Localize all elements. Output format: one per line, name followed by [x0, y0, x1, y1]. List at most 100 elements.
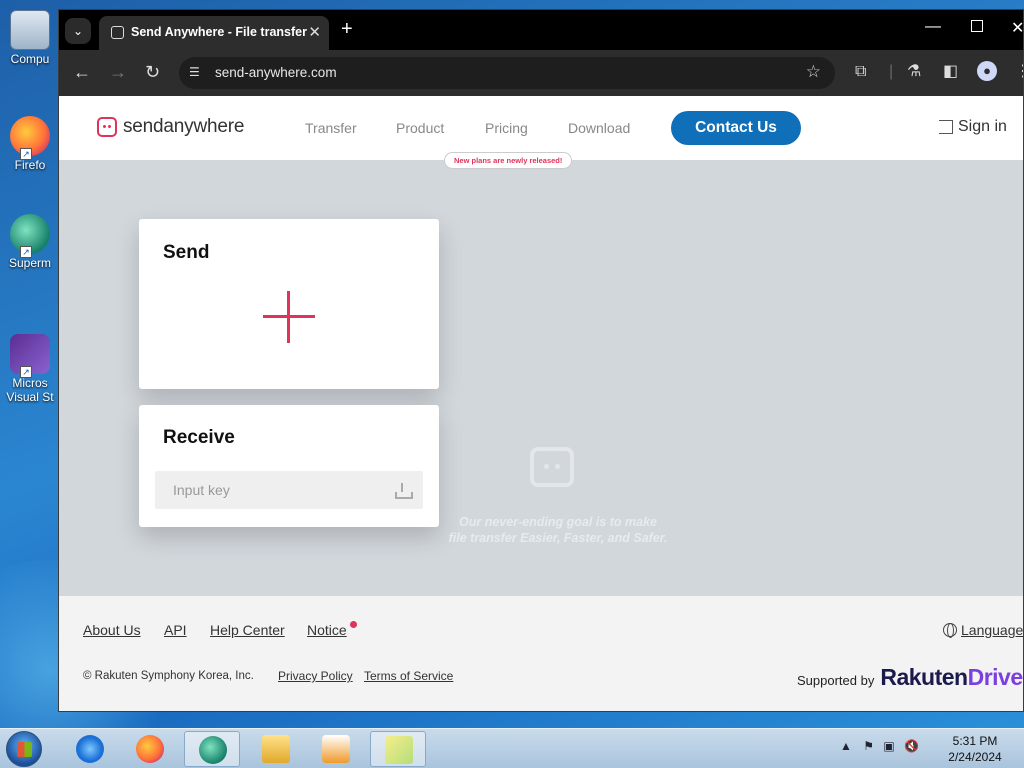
system-clock[interactable]: 5:31 PM 2/24/2024 [940, 733, 1010, 765]
nav-pricing[interactable]: Pricing [485, 120, 528, 136]
window-close-button[interactable]: ✕ [1011, 18, 1023, 38]
site-info-icon[interactable]: ☰ [189, 65, 205, 81]
copyright-text: © Rakuten Symphony Korea, Inc. [83, 670, 254, 682]
side-panel-icon[interactable]: ◧ [943, 63, 958, 81]
download-icon[interactable] [395, 483, 413, 499]
send-title: Send [163, 242, 210, 263]
taskbar-browser[interactable] [184, 731, 240, 767]
language-selector[interactable]: Language [943, 622, 1023, 638]
tagline-line2: file transfer Easier, Faster, and Safer. [448, 531, 668, 545]
receive-title: Receive [163, 427, 235, 448]
desktop-icon-superm[interactable]: ↗ Superm [4, 214, 56, 270]
footer-about-us[interactable]: About Us [83, 622, 141, 638]
superm-icon: ↗ [10, 214, 50, 258]
supported-by-text: Supported by [797, 672, 875, 688]
taskbar-sticky-notes[interactable] [370, 731, 426, 767]
privacy-policy-link[interactable]: Privacy Policy [278, 669, 353, 683]
nav-product[interactable]: Product [396, 120, 444, 136]
nav-download[interactable]: Download [568, 120, 630, 136]
minimize-button[interactable]: — [925, 18, 941, 36]
desktop-icon-visual-studio[interactable]: ↗ Micros Visual St [4, 334, 56, 404]
desktop-icon-label-line2: Visual St [6, 390, 54, 404]
toolbar-divider: | [889, 63, 894, 80]
rakuten-drive-logo[interactable]: RakutenDrive [880, 664, 1023, 691]
clock-time: 5:31 PM [952, 734, 998, 748]
visual-studio-icon: ↗ [10, 334, 50, 378]
browser-icon [199, 736, 227, 764]
taskbar-explorer[interactable] [248, 731, 304, 767]
web-page: sendanywhere Transfer Product Pricing Do… [59, 96, 1023, 711]
desktop-icon-label: Micros [12, 376, 48, 390]
chevron-down-icon: ⌄ [72, 24, 84, 38]
maximize-button[interactable] [971, 20, 983, 32]
logo-wordmark: sendanywhere [123, 116, 245, 137]
tab-title: Send Anywhere - File transfer [131, 25, 307, 39]
site-header: sendanywhere Transfer Product Pricing Do… [59, 96, 1023, 169]
taskbar-firefox[interactable] [122, 731, 178, 767]
desktop-icon-computer[interactable]: Compu [4, 10, 56, 66]
system-tray: ▲ ⚑ ▣ 🔇 [840, 739, 919, 753]
notice-badge-dot [350, 621, 357, 628]
taskbar-ie[interactable] [62, 731, 118, 767]
profile-avatar-icon[interactable]: ● [977, 61, 997, 81]
contact-us-button[interactable]: Contact Us [671, 111, 801, 145]
tab-search-button[interactable]: ⌄ [65, 18, 91, 44]
labs-flask-icon[interactable]: ⚗ [907, 63, 921, 81]
receive-card: Receive [139, 405, 439, 527]
nav-transfer[interactable]: Transfer [305, 120, 357, 136]
show-hidden-icons-icon[interactable]: ▲ [840, 739, 852, 753]
action-center-flag-icon[interactable]: ⚑ [863, 739, 874, 753]
back-button[interactable]: ← [73, 62, 91, 82]
extensions-icon[interactable]: ⧉ [855, 63, 866, 81]
new-tab-button[interactable]: + [341, 18, 353, 40]
more-menu-icon[interactable]: ⋮ [1015, 63, 1023, 81]
add-file-plus-icon[interactable] [263, 291, 315, 343]
taskbar: ▲ ⚑ ▣ 🔇 5:31 PM 2/24/2024 [0, 728, 1024, 768]
desktop-icon-label: Compu [10, 52, 50, 66]
media-player-icon [322, 735, 350, 763]
footer-api[interactable]: API [164, 622, 187, 638]
folder-icon [262, 735, 290, 763]
receive-key-input[interactable] [155, 471, 423, 509]
site-favicon-icon [111, 26, 124, 39]
start-button[interactable] [6, 731, 42, 767]
desktop-icon-label: Firefo [14, 158, 46, 172]
sign-in-icon [939, 120, 953, 134]
terms-of-service-link[interactable]: Terms of Service [364, 669, 453, 683]
computer-icon [10, 10, 50, 50]
sign-in-link[interactable]: Sign in [939, 118, 1007, 136]
footer-notice[interactable]: Notice [307, 622, 347, 638]
desktop-icon-firefox[interactable]: ↗ Firefo [4, 116, 56, 172]
taskbar-media-player[interactable] [308, 731, 364, 767]
send-card[interactable]: Send [139, 219, 439, 389]
sign-in-label: Sign in [958, 118, 1007, 135]
sendanywhere-logo-icon [97, 117, 117, 137]
volume-muted-icon[interactable]: 🔇 [904, 739, 919, 753]
browser-window: ⌄ Send Anywhere - File transfer ✕ + — ✕ … [58, 9, 1024, 712]
shortcut-arrow-icon: ↗ [20, 148, 32, 160]
sendanywhere-logo[interactable]: sendanywhere [97, 116, 244, 138]
reload-button[interactable]: ↻ [145, 62, 160, 82]
pricing-new-badge[interactable]: New plans are newly released! [444, 152, 573, 169]
internet-explorer-icon [76, 735, 104, 763]
site-footer: About Us API Help Center Notice Language… [59, 596, 1023, 711]
clock-date: 2/24/2024 [948, 750, 1002, 764]
tagline: Our never-ending goal is to make file tr… [413, 514, 703, 546]
shortcut-arrow-icon: ↗ [20, 246, 32, 258]
globe-icon [943, 623, 957, 638]
browser-tab-active[interactable]: Send Anywhere - File transfer ✕ [99, 16, 329, 50]
address-bar[interactable]: ☰ send-anywhere.com ☆ [179, 57, 835, 89]
close-icon[interactable]: ✕ [308, 23, 321, 41]
browser-toolbar: ← → ↻ ☰ send-anywhere.com ☆ ⧉ | ⚗ ◧ ● ⋮ [59, 50, 1023, 96]
network-icon[interactable]: ▣ [883, 739, 894, 753]
tab-strip: ⌄ Send Anywhere - File transfer ✕ + — ✕ [59, 10, 1023, 50]
firefox-icon [136, 735, 164, 763]
bookmark-star-icon[interactable]: ☆ [806, 62, 821, 82]
background-logo-icon [530, 447, 574, 487]
forward-button[interactable]: → [109, 62, 127, 82]
tagline-line1: Our never-ending goal is to make [459, 515, 657, 529]
sticky-notes-icon [385, 736, 413, 764]
url-text: send-anywhere.com [215, 65, 337, 80]
footer-help-center[interactable]: Help Center [210, 622, 285, 638]
supported-by: Supported by RakutenDrive [797, 664, 1023, 691]
